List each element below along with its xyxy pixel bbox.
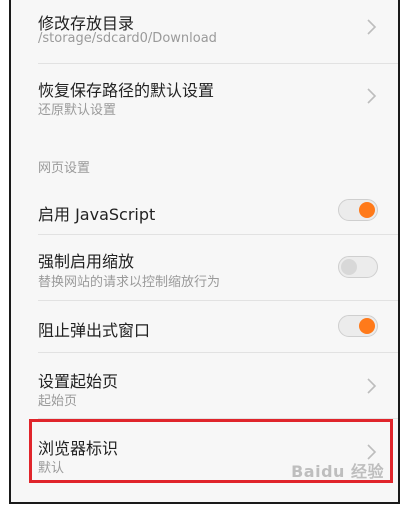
start-page-subtitle: 起始页 [38,394,78,409]
settings-screen: 修改存放目录 /storage/sdcard0/Download 恢复保存路径的… [9,0,400,504]
section-header-web-settings: 网页设置 [38,161,91,176]
chevron-right-icon [364,18,378,36]
start-page-row[interactable]: 设置起始页 起始页 [11,353,398,417]
reset-save-path-subtitle: 还原默认设置 [38,103,117,118]
block-popups-row[interactable]: 阻止弹出式窗口 [11,301,398,351]
javascript-toggle[interactable] [338,199,378,221]
chevron-right-icon [364,377,378,395]
block-popups-title: 阻止弹出式窗口 [38,321,151,340]
download-directory-path: /storage/sdcard0/Download [38,31,217,46]
toggle-knob [359,202,375,218]
start-page-title: 设置起始页 [38,372,119,391]
force-zoom-subtitle: 替换网站的请求以控制缩放行为 [38,275,221,290]
chevron-right-icon [364,87,378,105]
force-zoom-row[interactable]: 强制启用缩放 替换网站的请求以控制缩放行为 [11,235,398,299]
force-zoom-title: 强制启用缩放 [38,252,135,271]
toggle-knob [341,259,357,275]
toggle-knob [359,318,375,334]
reset-save-path-row[interactable]: 恢复保存路径的默认设置 还原默认设置 [11,64,398,128]
watermark-logo: Baidu 经验 [291,462,384,481]
javascript-row[interactable]: 启用 JavaScript [11,186,398,234]
block-popups-toggle[interactable] [338,315,378,337]
download-directory-row[interactable]: 修改存放目录 /storage/sdcard0/Download [11,0,398,62]
force-zoom-toggle[interactable] [338,256,378,278]
javascript-title: 启用 JavaScript [38,205,156,224]
reset-save-path-title: 恢复保存路径的默认设置 [38,81,215,100]
